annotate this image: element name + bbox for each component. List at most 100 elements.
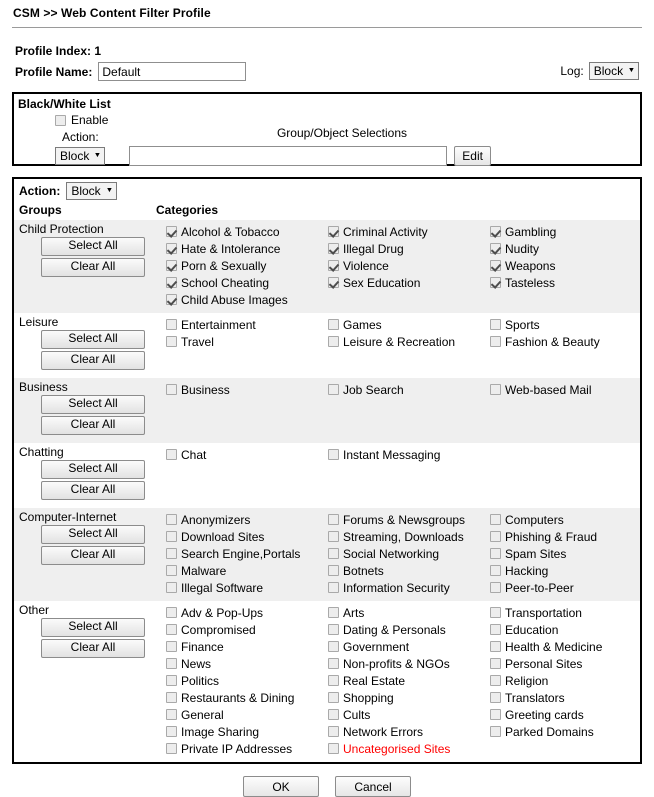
category-checkbox[interactable] <box>490 243 501 254</box>
category-item[interactable]: Education <box>490 621 652 638</box>
category-checkbox[interactable] <box>328 277 339 288</box>
category-checkbox[interactable] <box>328 449 339 460</box>
category-item[interactable]: Botnets <box>328 562 490 579</box>
category-item[interactable]: Network Errors <box>328 723 490 740</box>
category-checkbox[interactable] <box>166 319 177 330</box>
category-checkbox[interactable] <box>166 565 177 576</box>
category-item[interactable]: Adv & Pop-Ups <box>166 604 328 621</box>
category-checkbox[interactable] <box>490 658 501 669</box>
category-item[interactable]: Job Search <box>328 381 490 398</box>
category-item[interactable]: Information Security <box>328 579 490 596</box>
category-item[interactable]: Transportation <box>490 604 652 621</box>
cancel-button[interactable]: Cancel <box>335 776 411 797</box>
category-item[interactable]: Image Sharing <box>166 723 328 740</box>
category-item[interactable]: Nudity <box>490 240 652 257</box>
category-item[interactable]: Malware <box>166 562 328 579</box>
category-checkbox[interactable] <box>490 709 501 720</box>
category-checkbox[interactable] <box>328 709 339 720</box>
category-checkbox[interactable] <box>490 319 501 330</box>
category-checkbox[interactable] <box>490 726 501 737</box>
enable-checkbox[interactable] <box>55 114 66 126</box>
category-checkbox[interactable] <box>166 548 177 559</box>
category-item[interactable]: Dating & Personals <box>328 621 490 638</box>
category-checkbox[interactable] <box>328 514 339 525</box>
edit-button[interactable]: Edit <box>454 146 491 166</box>
category-item[interactable]: Instant Messaging <box>328 446 490 463</box>
category-item[interactable]: Politics <box>166 672 328 689</box>
category-checkbox[interactable] <box>166 277 177 288</box>
category-checkbox[interactable] <box>166 692 177 703</box>
select-all-button[interactable]: Select All <box>41 618 145 637</box>
category-checkbox[interactable] <box>328 658 339 669</box>
clear-all-button[interactable]: Clear All <box>41 481 145 500</box>
select-all-button[interactable]: Select All <box>41 237 145 256</box>
category-item[interactable]: Uncategorised Sites <box>328 740 490 757</box>
select-all-button[interactable]: Select All <box>41 330 145 349</box>
select-all-button[interactable]: Select All <box>41 525 145 544</box>
category-checkbox[interactable] <box>328 531 339 542</box>
category-checkbox[interactable] <box>328 336 339 347</box>
category-checkbox[interactable] <box>166 658 177 669</box>
ok-button[interactable]: OK <box>243 776 319 797</box>
category-item[interactable]: Tasteless <box>490 274 652 291</box>
group-object-selections-input[interactable] <box>129 146 448 166</box>
category-checkbox[interactable] <box>166 607 177 618</box>
category-checkbox[interactable] <box>166 243 177 254</box>
category-checkbox[interactable] <box>328 641 339 652</box>
category-item[interactable]: Personal Sites <box>490 655 652 672</box>
category-checkbox[interactable] <box>490 384 501 395</box>
category-checkbox[interactable] <box>328 675 339 686</box>
category-item[interactable]: Computers <box>490 511 652 528</box>
category-checkbox[interactable] <box>166 514 177 525</box>
category-item[interactable]: Hacking <box>490 562 652 579</box>
category-checkbox[interactable] <box>328 243 339 254</box>
category-checkbox[interactable] <box>166 449 177 460</box>
clear-all-button[interactable]: Clear All <box>41 258 145 277</box>
category-checkbox[interactable] <box>166 675 177 686</box>
category-item[interactable]: Anonymizers <box>166 511 328 528</box>
category-item[interactable]: Cults <box>328 706 490 723</box>
category-checkbox[interactable] <box>490 692 501 703</box>
category-item[interactable]: Health & Medicine <box>490 638 652 655</box>
category-checkbox[interactable] <box>490 675 501 686</box>
category-item[interactable]: Peer-to-Peer <box>490 579 652 596</box>
black-white-list-action-select[interactable]: Block ▼ <box>55 147 106 165</box>
category-checkbox[interactable] <box>490 548 501 559</box>
category-checkbox[interactable] <box>490 531 501 542</box>
category-item[interactable]: Sports <box>490 316 652 333</box>
category-item[interactable]: Arts <box>328 604 490 621</box>
category-item[interactable]: Streaming, Downloads <box>328 528 490 545</box>
category-item[interactable]: Government <box>328 638 490 655</box>
category-checkbox[interactable] <box>328 565 339 576</box>
category-item[interactable]: News <box>166 655 328 672</box>
category-checkbox[interactable] <box>166 641 177 652</box>
category-checkbox[interactable] <box>490 641 501 652</box>
category-item[interactable]: Business <box>166 381 328 398</box>
category-checkbox[interactable] <box>490 277 501 288</box>
category-item[interactable]: Chat <box>166 446 328 463</box>
log-select[interactable]: Block ▼ <box>588 62 639 80</box>
category-item[interactable]: Download Sites <box>166 528 328 545</box>
category-item[interactable]: Forums & Newsgroups <box>328 511 490 528</box>
category-checkbox[interactable] <box>166 336 177 347</box>
category-checkbox[interactable] <box>166 726 177 737</box>
select-all-button[interactable]: Select All <box>41 395 145 414</box>
category-checkbox[interactable] <box>490 582 501 593</box>
category-item[interactable]: Real Estate <box>328 672 490 689</box>
category-checkbox[interactable] <box>166 624 177 635</box>
category-checkbox[interactable] <box>328 624 339 635</box>
category-item[interactable]: Web-based Mail <box>490 381 652 398</box>
category-checkbox[interactable] <box>490 226 501 237</box>
category-item[interactable]: Hate & Intolerance <box>166 240 328 257</box>
category-item[interactable]: Fashion & Beauty <box>490 333 652 350</box>
category-item[interactable]: Restaurants & Dining <box>166 689 328 706</box>
category-item[interactable]: Games <box>328 316 490 333</box>
category-item[interactable]: Illegal Drug <box>328 240 490 257</box>
category-item[interactable]: Leisure & Recreation <box>328 333 490 350</box>
category-item[interactable]: Finance <box>166 638 328 655</box>
category-checkbox[interactable] <box>490 514 501 525</box>
category-item[interactable]: General <box>166 706 328 723</box>
filter-action-select[interactable]: Block ▼ <box>66 182 117 200</box>
category-item[interactable]: Search Engine,Portals <box>166 545 328 562</box>
category-item[interactable]: Violence <box>328 257 490 274</box>
